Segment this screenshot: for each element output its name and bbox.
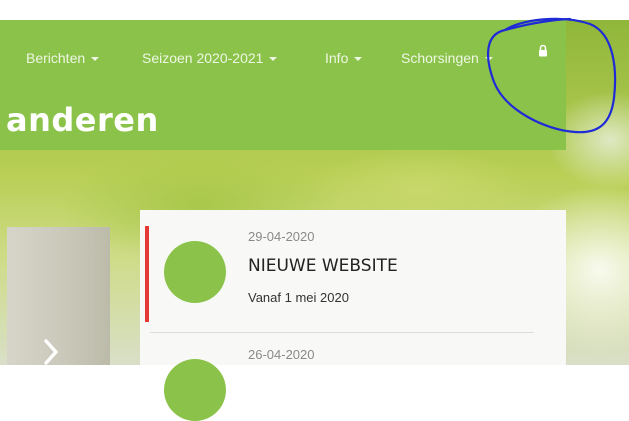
nav-item-label: Seizoen 2020-2021 [142,50,264,66]
nav-item-schorsingen[interactable]: Schorsingen [401,50,493,66]
active-item-indicator [145,226,149,322]
caret-down-icon [354,57,363,62]
navbar: Berichten Seizoen 2020-2021 Info Schorsi… [0,20,566,96]
news-subtitle: Vanaf 1 mei 2020 [248,290,349,305]
caret-down-icon [269,57,278,62]
news-thumbnail[interactable] [164,241,226,303]
page-top-strip [0,0,629,20]
news-title-link[interactable]: NIEUWE WEBSITE [248,256,398,276]
caret-down-icon [484,57,493,62]
caret-down-icon [91,57,100,62]
nav-item-seizoen[interactable]: Seizoen 2020-2021 [142,50,278,66]
image-slider [7,227,110,365]
nav-item-berichten[interactable]: Berichten [26,50,100,66]
chevron-right-icon[interactable] [43,339,59,365]
site-title: anderen [6,101,159,139]
lock-icon[interactable] [538,44,548,57]
nav-item-label: Berichten [26,50,86,66]
nav-item-label: Schorsingen [401,50,479,66]
news-date: 29-04-2020 [248,229,315,244]
nav-item-label: Info [325,50,349,66]
news-date: 26-04-2020 [248,347,315,362]
nav-item-info[interactable]: Info [325,50,363,66]
divider [150,332,534,333]
news-thumbnail[interactable] [164,359,226,421]
news-list: 29-04-2020 NIEUWE WEBSITE Vanaf 1 mei 20… [140,210,566,421]
